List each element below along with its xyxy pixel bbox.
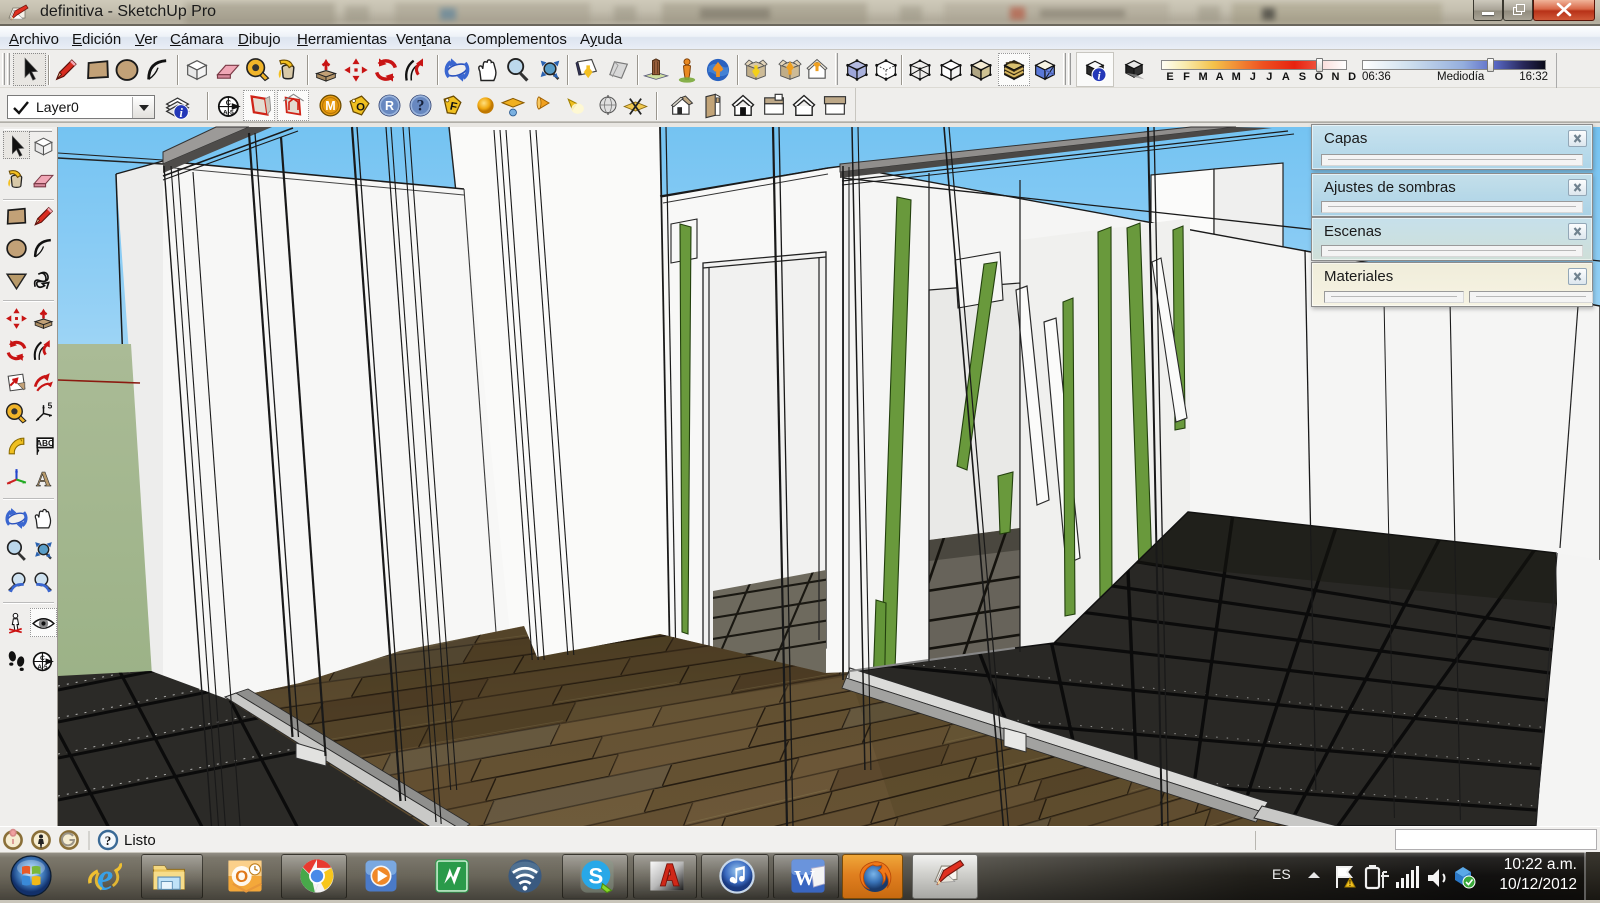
svg-text:S: S (589, 864, 604, 889)
svg-text:!: ! (1349, 879, 1352, 888)
svg-text:O: O (235, 867, 248, 886)
svg-text:?: ? (105, 833, 112, 848)
svg-text:W: W (794, 866, 815, 890)
svg-text:e: e (97, 857, 114, 897)
